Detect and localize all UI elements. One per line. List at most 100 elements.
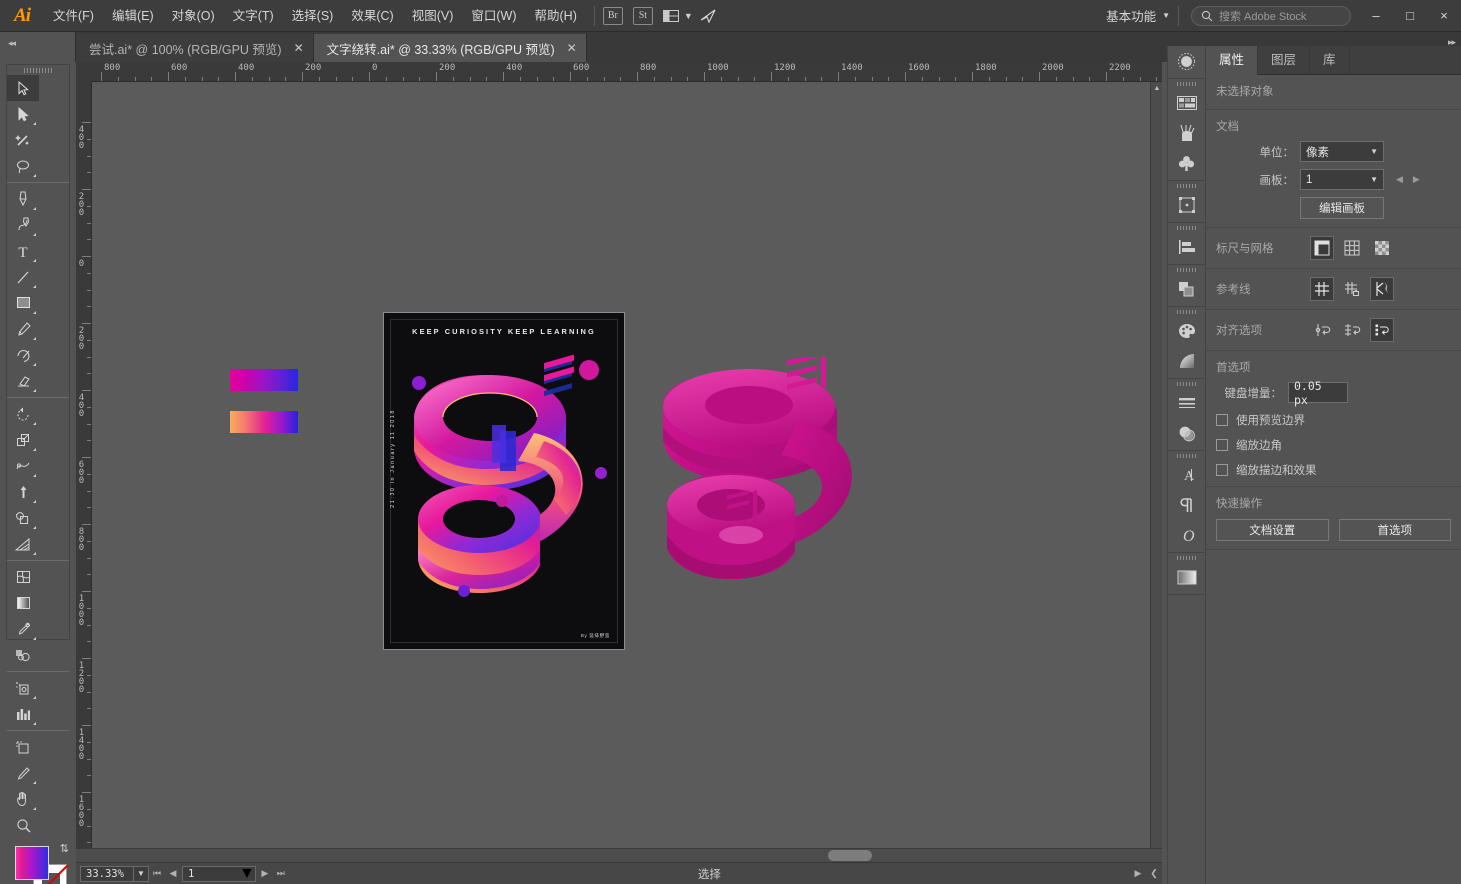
lock-guides-icon[interactable]: [1340, 277, 1364, 301]
shape-builder-tool[interactable]: [7, 505, 39, 531]
workspace-switcher[interactable]: 基本功能 ▼ 搜索 Adobe Stock: [1096, 5, 1359, 26]
rotate-tool[interactable]: [7, 401, 39, 427]
magic-wand-tool[interactable]: [7, 127, 39, 153]
maximize-button[interactable]: □: [1393, 0, 1427, 32]
menu-object[interactable]: 对象(O): [163, 0, 224, 32]
artboard-number-control[interactable]: 1 ▼: [182, 865, 256, 883]
tab-properties[interactable]: 属性: [1206, 46, 1259, 75]
checkbox-icon[interactable]: [1216, 414, 1228, 426]
close-icon[interactable]: ✕: [294, 41, 304, 55]
chevron-down-icon[interactable]: ▼: [1370, 147, 1378, 156]
curvature-tool[interactable]: [7, 212, 39, 238]
menu-select[interactable]: 选择(S): [283, 0, 343, 32]
snap-to-point-icon[interactable]: [1310, 318, 1334, 342]
direct-selection-tool[interactable]: [7, 101, 39, 127]
color-guide-icon[interactable]: [1168, 316, 1205, 346]
scroll-up-icon[interactable]: ▲: [1151, 82, 1163, 94]
rail-grip[interactable]: [1168, 451, 1205, 460]
chevron-down-icon[interactable]: ▼: [1370, 175, 1378, 184]
document-tab-1[interactable]: 文字绕转.ai* @ 33.33% (RGB/GPU 预览) ✕: [313, 34, 587, 62]
character-icon[interactable]: A: [1168, 460, 1205, 490]
gradient-icon[interactable]: [1168, 346, 1205, 376]
stock-button[interactable]: St: [632, 6, 653, 25]
paragraph-icon[interactable]: [1168, 490, 1205, 520]
blend-tool[interactable]: [7, 642, 39, 668]
first-artboard-button[interactable]: ⏮: [149, 863, 165, 884]
line-segment-tool[interactable]: [7, 264, 39, 290]
chevron-down-icon[interactable]: ▼: [1162, 11, 1170, 20]
show-transparency-grid-icon[interactable]: [1370, 236, 1394, 260]
unit-select[interactable]: 像素 ▼: [1300, 141, 1384, 162]
width-tool[interactable]: [7, 453, 39, 479]
show-grid-icon[interactable]: [1340, 236, 1364, 260]
paintbrush-tool[interactable]: [7, 316, 39, 342]
stroke-icon[interactable]: [1168, 388, 1205, 418]
collapse-toolbar-icon[interactable]: ◂◂: [8, 38, 16, 49]
document-setup-button[interactable]: 文档设置: [1216, 519, 1329, 541]
checkbox-scale-corners[interactable]: 缩放边角: [1216, 437, 1451, 453]
edit-artboard-button[interactable]: 编辑画板: [1300, 197, 1384, 219]
align-icon[interactable]: [1168, 232, 1205, 262]
symbol-sprayer-tool[interactable]: [7, 675, 39, 701]
magenta-3d-extrude[interactable]: [649, 357, 869, 597]
fill-color-swatch[interactable]: [15, 846, 49, 880]
scale-tool[interactable]: [7, 427, 39, 453]
eraser-tool[interactable]: [7, 368, 39, 394]
rail-grip[interactable]: [1168, 307, 1205, 316]
prev-artboard-button[interactable]: ◀: [165, 863, 181, 884]
menu-help[interactable]: 帮助(H): [526, 0, 586, 32]
rail-grip[interactable]: [1168, 379, 1205, 388]
checkbox-icon[interactable]: [1216, 464, 1228, 476]
preferences-button[interactable]: 首选项: [1338, 519, 1451, 541]
gradient-swatch-bar-2[interactable]: [230, 411, 298, 433]
checkbox-preview-bounds[interactable]: 使用预览边界: [1216, 412, 1451, 428]
perspective-grid-tool[interactable]: [7, 531, 39, 557]
next-artboard-button[interactable]: ▶: [257, 863, 273, 884]
rectangle-tool[interactable]: [7, 290, 39, 316]
toolbar-grip[interactable]: [7, 65, 69, 75]
artboard-tool[interactable]: [7, 734, 39, 760]
status-resize-handle[interactable]: ❮: [1146, 863, 1162, 884]
workspace-label[interactable]: 基本功能: [1096, 6, 1162, 25]
zoom-level-control[interactable]: 33.33% ▼: [80, 865, 149, 882]
snap-to-pixel-icon[interactable]: [1370, 318, 1394, 342]
horizontal-ruler[interactable]: 800 600 400 200 0 200 400 600 800 1000 1200 1400 160…: [92, 62, 1162, 82]
eyedropper-tool[interactable]: [7, 616, 39, 642]
artboard-number[interactable]: 1: [183, 868, 239, 880]
appearance-icon[interactable]: [1168, 562, 1205, 592]
rail-grip[interactable]: [1168, 265, 1205, 274]
gradient-tool[interactable]: [7, 590, 39, 616]
glyphs-icon[interactable]: O: [1168, 520, 1205, 550]
scrollbar-thumb[interactable]: [828, 850, 872, 861]
smart-guides-icon[interactable]: [1370, 277, 1394, 301]
tab-libraries[interactable]: 库: [1310, 46, 1350, 75]
close-icon[interactable]: ✕: [567, 41, 577, 55]
prev-artboard-icon[interactable]: ◀: [1396, 174, 1403, 185]
snap-to-grid-icon[interactable]: [1340, 318, 1364, 342]
artboard-select[interactable]: 1 ▼: [1300, 169, 1384, 190]
rail-grip[interactable]: [1168, 223, 1205, 232]
poster-artboard[interactable]: KEEP CURIOSITY KEEP LEARNING 21:30 in Ja…: [383, 312, 625, 650]
ruler-origin[interactable]: [76, 62, 92, 82]
menu-type[interactable]: 文字(T): [224, 0, 283, 32]
tab-layers[interactable]: 图层: [1258, 46, 1311, 75]
chevron-down-icon[interactable]: ▼: [239, 865, 255, 883]
checkbox-icon[interactable]: [1216, 439, 1228, 451]
properties-icon[interactable]: [1168, 46, 1205, 76]
menu-edit[interactable]: 编辑(E): [103, 0, 163, 32]
artboard-canvas[interactable]: KEEP CURIOSITY KEEP LEARNING 21:30 in Ja…: [92, 82, 1162, 862]
menu-effect[interactable]: 效果(C): [342, 0, 402, 32]
transparency-icon[interactable]: [1168, 418, 1205, 448]
rail-grip[interactable]: [1168, 553, 1205, 562]
lasso-tool[interactable]: [7, 153, 39, 179]
slice-tool[interactable]: [7, 760, 39, 786]
last-artboard-button[interactable]: ⏭: [273, 863, 289, 884]
zoom-value[interactable]: 33.33%: [81, 868, 133, 880]
close-button[interactable]: ×: [1427, 0, 1461, 32]
search-adobe-stock[interactable]: 搜索 Adobe Stock: [1191, 5, 1351, 26]
keyboard-increment-field[interactable]: 0.05 px: [1288, 379, 1348, 407]
zoom-tool[interactable]: [7, 812, 39, 838]
rail-grip[interactable]: [1168, 181, 1205, 190]
status-menu-button[interactable]: ▶: [1130, 863, 1146, 884]
document-tab-0[interactable]: 尝试.ai* @ 100% (RGB/GPU 预览) ✕: [76, 34, 314, 62]
